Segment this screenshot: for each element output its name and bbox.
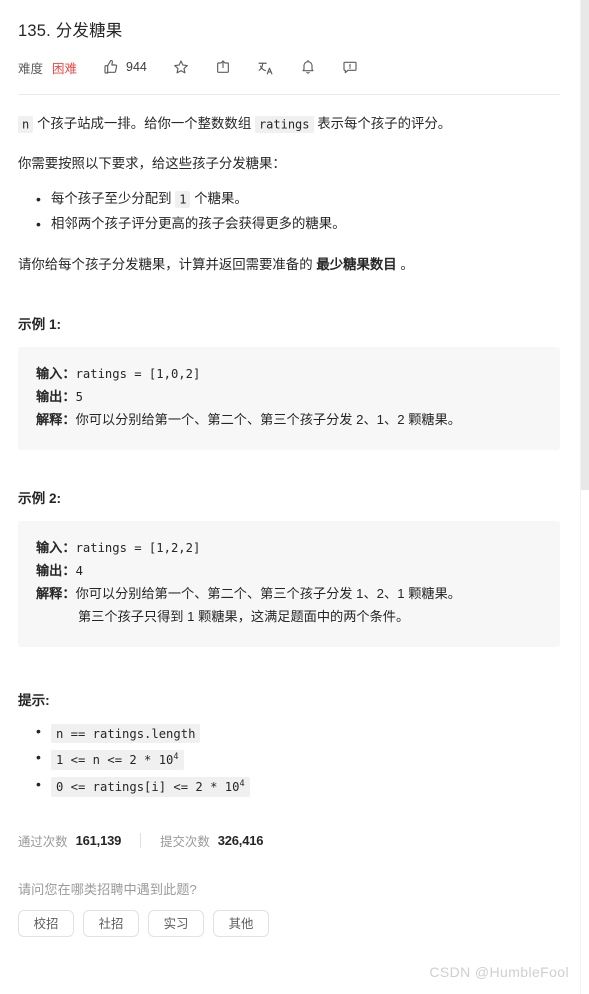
survey-option-4[interactable]: 其他 <box>213 909 269 937</box>
survey-option-1[interactable]: 校招 <box>18 909 74 937</box>
submitted-label: 提交次数 <box>160 834 210 849</box>
problem-meta-row: 难度 困难 944 <box>18 56 560 78</box>
notify-button[interactable] <box>300 57 316 77</box>
example-2-heading: 示例 2: <box>18 490 62 506</box>
page-title: 135. 分发糖果 <box>18 22 123 40</box>
requirements-list: 每个孩子至少分配到 1 个糖果。 相邻两个孩子评分更高的孩子会获得更多的糖果。 <box>18 187 560 237</box>
hints-heading: 提示: <box>18 692 50 708</box>
example-1-input-value: ratings = [1,0,2] <box>75 366 201 381</box>
inline-code-one: 1 <box>175 190 191 208</box>
statistics-row: 通过次数 161,139 提交次数 326,416 <box>18 831 560 851</box>
desc-p3-text-a: 请你给每个孩子分发糖果，计算并返回需要准备的 <box>18 256 317 272</box>
desc-p1-text-a: 个孩子站成一排。给你一个整数数组 <box>33 116 255 132</box>
feedback-button[interactable] <box>342 57 358 77</box>
inline-code-ratings: ratings <box>254 115 314 133</box>
bullet-1-text-a: 每个孩子至少分配到 <box>51 191 176 207</box>
hint-2-code: 1 <= n <= 2 * 104 <box>51 750 184 771</box>
survey-option-3[interactable]: 实习 <box>148 909 204 937</box>
example-1-explain-value: 你可以分别给第一个、第二个、第三个孩子分发 2、1、2 颗糖果。 <box>75 411 461 427</box>
share-icon <box>215 59 231 75</box>
example-1-output-value: 5 <box>75 389 83 404</box>
bell-icon <box>300 59 316 75</box>
example-1-input-key: 输入： <box>36 365 76 381</box>
translate-icon <box>257 59 274 76</box>
example-2-explain-line: 解释：你可以分别给第一个、第二个、第三个孩子分发 1、2、1 颗糖果。 <box>36 583 542 606</box>
description-paragraph-2: 你需要按照以下要求，给这些孩子分发糖果： <box>18 156 286 172</box>
problem-content: 135. 分发糖果 难度 困难 944 n 个孩子站成一排。给你一个整数数组 r… <box>0 0 578 994</box>
like-button[interactable]: 944 <box>103 57 147 77</box>
survey-button-row: 校招 社招 实习 其他 <box>18 909 560 937</box>
list-item: 0 <= ratings[i] <= 2 * 104 <box>36 776 560 797</box>
difficulty-label: 难度 <box>18 61 44 76</box>
example-1-output-line: 输出：5 <box>36 386 542 409</box>
translate-button[interactable] <box>257 57 274 77</box>
bullet-2-text: 相邻两个孩子评分更高的孩子会获得更多的糖果。 <box>51 216 346 232</box>
survey-option-2[interactable]: 社招 <box>83 909 139 937</box>
list-item: 1 <= n <= 2 * 104 <box>36 749 560 771</box>
example-2-extra-line: 第三个孩子只得到 1 颗糖果，这满足题面中的两个条件。 <box>78 608 410 624</box>
scrollbar-thumb[interactable] <box>581 0 589 490</box>
example-1-box: 输入：ratings = [1,0,2] 输出：5 解释：你可以分别给第一个、第… <box>18 346 560 450</box>
hint-1-code: n == ratings.length <box>51 723 201 744</box>
example-2-output-line: 输出：4 <box>36 560 542 583</box>
like-count: 944 <box>126 60 147 75</box>
difficulty-badge: 困难 <box>52 61 78 76</box>
desc-p1-text-b: 表示每个孩子的评分。 <box>313 116 452 132</box>
example-1-explain-line: 解释：你可以分别给第一个、第二个、第三个孩子分发 2、1、2 颗糖果。 <box>36 409 542 432</box>
accepted-value: 161,139 <box>75 833 122 849</box>
csdn-watermark: CSDN @HumbleFool <box>429 964 569 980</box>
list-item: 相邻两个孩子评分更高的孩子会获得更多的糖果。 <box>36 212 560 237</box>
hints-list: n == ratings.length 1 <= n <= 2 * 104 0 … <box>18 723 560 797</box>
share-button[interactable] <box>215 57 231 77</box>
example-2-input-value: ratings = [1,2,2] <box>75 540 201 555</box>
submitted-value: 326,416 <box>217 833 264 849</box>
example-1-heading: 示例 1: <box>18 316 62 332</box>
example-2-input-key: 输入： <box>36 539 76 555</box>
example-1-output-key: 输出： <box>36 388 76 404</box>
survey-question: 请问您在哪类招聘中遇到此题? <box>18 881 197 897</box>
example-2-box: 输入：ratings = [1,2,2] 输出：4 解释：你可以分别给第一个、第… <box>18 520 560 647</box>
example-2-output-value: 4 <box>75 563 83 578</box>
accepted-label: 通过次数 <box>18 834 68 849</box>
example-2-output-key: 输出： <box>36 562 76 578</box>
star-icon <box>173 59 189 75</box>
list-item: 每个孩子至少分配到 1 个糖果。 <box>36 187 560 212</box>
favorite-button[interactable] <box>173 57 189 77</box>
thumbs-up-icon <box>103 59 119 75</box>
scrollbar-track[interactable] <box>581 0 589 994</box>
header-divider <box>18 94 560 96</box>
stats-separator <box>140 833 142 849</box>
desc-p3-strong: 最少糖果数目 <box>316 256 397 272</box>
desc-p3-text-b: 。 <box>396 256 414 272</box>
description-paragraph-1: n 个孩子站成一排。给你一个整数数组 ratings 表示每个孩子的评分。 <box>18 112 560 135</box>
example-1-input-line: 输入：ratings = [1,0,2] <box>36 363 542 386</box>
example-2-explain-value: 你可以分别给第一个、第二个、第三个孩子分发 1、2、1 颗糖果。 <box>75 585 461 601</box>
description-paragraph-3: 请你给每个孩子分发糖果，计算并返回需要准备的 最少糖果数目 。 <box>18 253 560 276</box>
hint-3-code: 0 <= ratings[i] <= 2 * 104 <box>51 777 250 797</box>
list-item: n == ratings.length <box>36 723 560 744</box>
example-2-input-line: 输入：ratings = [1,2,2] <box>36 537 542 560</box>
bullet-1-text-b: 个糖果。 <box>190 191 248 207</box>
example-2-explain-key: 解释： <box>36 585 76 601</box>
example-1-explain-key: 解释： <box>36 411 76 427</box>
inline-code-n: n <box>18 115 34 133</box>
feedback-icon <box>342 59 358 75</box>
